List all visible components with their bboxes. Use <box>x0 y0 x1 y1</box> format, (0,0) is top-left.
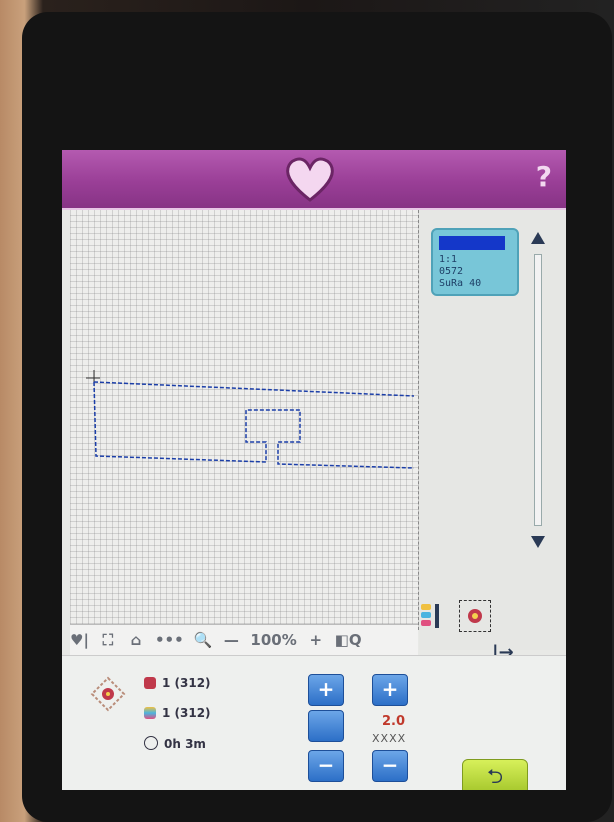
clock-icon <box>144 736 158 750</box>
bottom-panel: 1 (312) 1 (312) 0h 3m + − + 2.0 XXXX − ⮌ <box>62 655 566 790</box>
thread-color-swatch <box>439 236 505 250</box>
zoom-box-icon[interactable]: ◧Q <box>335 631 362 649</box>
zoom-out-button[interactable]: — <box>222 631 240 649</box>
design-selection-icon[interactable] <box>459 600 491 632</box>
scroll-down-icon[interactable] <box>531 536 545 548</box>
hoop-icon[interactable]: ⌂ <box>127 631 145 649</box>
more-icon[interactable]: ••• <box>155 631 184 649</box>
help-button[interactable]: ? <box>536 160 552 193</box>
favorite-icon[interactable]: ♥| <box>70 631 89 649</box>
time-estimate-text: 0h 3m <box>164 737 206 751</box>
thread-color-card[interactable]: 1:1 0572 SuRa 40 <box>431 228 519 296</box>
zoom-in-button[interactable]: + <box>307 631 325 649</box>
heart-icon[interactable] <box>282 152 338 204</box>
embroidery-canvas[interactable] <box>70 210 419 630</box>
zoom-level: 100% <box>250 631 297 649</box>
stitch-thread-count-text: 1 (312) <box>162 706 211 720</box>
back-button[interactable]: ⮌ <box>462 759 528 790</box>
thread-ratio: 1:1 <box>439 254 458 265</box>
zigzag-icon: XXXX <box>372 732 407 745</box>
magnifier-icon[interactable]: 🔍 <box>194 631 213 649</box>
scroll-track[interactable] <box>534 254 542 526</box>
plus-button-right[interactable]: + <box>372 674 408 706</box>
thread-spool-icon[interactable] <box>419 600 445 632</box>
fit-to-screen-icon[interactable]: ⛶ <box>99 631 117 649</box>
thread-icon <box>144 707 156 719</box>
thread-scrollbar[interactable] <box>527 232 551 548</box>
thread-brand: SuRa 40 <box>439 278 482 289</box>
thread-card-text: 1:1 0572 SuRa 40 <box>439 254 481 290</box>
stitch-thread-count: 1 (312) <box>144 706 211 720</box>
machine-screen: ? 1:1 0572 SuRa 40 ♥| ⛶ ⌂ ••• 🔍 — 100% +… <box>62 150 566 790</box>
stitch-length-button[interactable] <box>308 710 344 742</box>
edit-toolbar: ♥| ⛶ ⌂ ••• 🔍 — 100% + ◧Q <box>70 624 418 655</box>
thread-panel: 1:1 0572 SuRa 40 <box>419 210 566 650</box>
minus-button-right[interactable]: − <box>372 750 408 782</box>
time-estimate: 0h 3m <box>144 736 206 751</box>
stitch-color-count-text: 1 (312) <box>162 676 211 690</box>
embroidery-design <box>86 370 415 469</box>
flower-icon <box>144 677 156 689</box>
scroll-up-icon[interactable] <box>531 232 545 244</box>
stitch-color-count: 1 (312) <box>144 676 211 690</box>
plus-button-left[interactable]: + <box>308 674 344 706</box>
position-icon[interactable] <box>90 676 126 712</box>
thread-number: 0572 <box>439 266 464 277</box>
density-value: 2.0 <box>382 714 406 729</box>
minus-button-left[interactable]: − <box>308 750 344 782</box>
title-bar: ? <box>62 150 566 210</box>
